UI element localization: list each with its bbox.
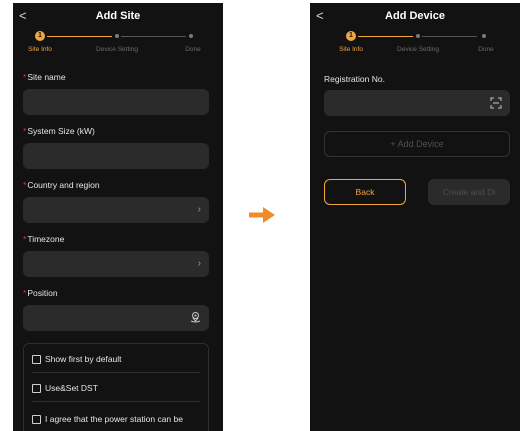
site-name-label: *Site name xyxy=(23,72,66,82)
page-title: Add Device xyxy=(385,10,445,22)
step-label-done: Done xyxy=(185,46,201,53)
position-label: *Position xyxy=(23,288,58,298)
back-icon[interactable]: < xyxy=(19,8,27,24)
create-button[interactable]: Create and Di xyxy=(428,179,510,205)
step-label-device-setting: Device Setting xyxy=(397,46,439,53)
add-site-screen: < Add Site 1 Site Info Device Setting Do… xyxy=(13,3,223,431)
step-label-device-setting: Device Setting xyxy=(96,46,138,53)
checkbox[interactable] xyxy=(32,354,41,364)
site-name-input[interactable] xyxy=(23,89,209,115)
step-1-indicator: 1 xyxy=(346,31,356,41)
country-region-select[interactable]: › xyxy=(23,197,209,223)
system-size-input[interactable] xyxy=(23,143,209,169)
add-device-screen: < Add Device 1 Site Info Device Setting … xyxy=(310,3,520,431)
stepper: 1 Site Info Device Setting Done xyxy=(310,31,520,61)
title-bar: < Add Site xyxy=(13,8,223,26)
system-size-label: *System Size (kW) xyxy=(23,126,95,136)
step-label-site-info: Site Info xyxy=(28,46,52,53)
step-1-indicator: 1 xyxy=(35,31,45,41)
scan-icon[interactable] xyxy=(490,97,502,113)
step-connector xyxy=(121,36,186,37)
options-panel: Show first by default Use&Set DST I agre… xyxy=(23,343,209,431)
checkbox[interactable] xyxy=(32,383,41,393)
arrow-right-icon xyxy=(249,207,275,223)
chevron-right-icon: › xyxy=(197,258,201,269)
location-icon[interactable] xyxy=(190,311,201,327)
step-2-indicator xyxy=(416,34,420,38)
step-2-indicator xyxy=(115,34,119,38)
page-title: Add Site xyxy=(95,10,141,22)
country-region-label: *Country and region xyxy=(23,180,100,190)
step-3-indicator xyxy=(482,34,486,38)
show-first-option[interactable]: Show first by default xyxy=(32,354,122,364)
step-connector xyxy=(358,36,413,37)
registration-label: Registration No. xyxy=(324,74,385,84)
divider xyxy=(32,372,200,373)
divider xyxy=(32,401,200,402)
step-label-done: Done xyxy=(478,46,494,53)
chevron-right-icon: › xyxy=(197,204,201,215)
step-connector xyxy=(47,36,112,37)
stepper: 1 Site Info Device Setting Done xyxy=(13,31,223,61)
back-icon[interactable]: < xyxy=(316,8,324,24)
timezone-select[interactable]: › xyxy=(23,251,209,277)
title-bar: < Add Device xyxy=(310,8,520,26)
checkbox[interactable] xyxy=(32,414,41,424)
timezone-label: *Timezone xyxy=(23,234,65,244)
agree-option[interactable]: I agree that the power station can be xyxy=(32,414,183,424)
use-set-dst-option[interactable]: Use&Set DST xyxy=(32,383,98,393)
position-input[interactable] xyxy=(23,305,209,331)
registration-input[interactable] xyxy=(324,90,510,116)
step-label-site-info: Site Info xyxy=(339,46,363,53)
add-device-button[interactable]: + Add Device xyxy=(324,131,510,157)
step-3-indicator xyxy=(189,34,193,38)
back-button[interactable]: Back xyxy=(324,179,406,205)
step-connector xyxy=(422,36,477,37)
